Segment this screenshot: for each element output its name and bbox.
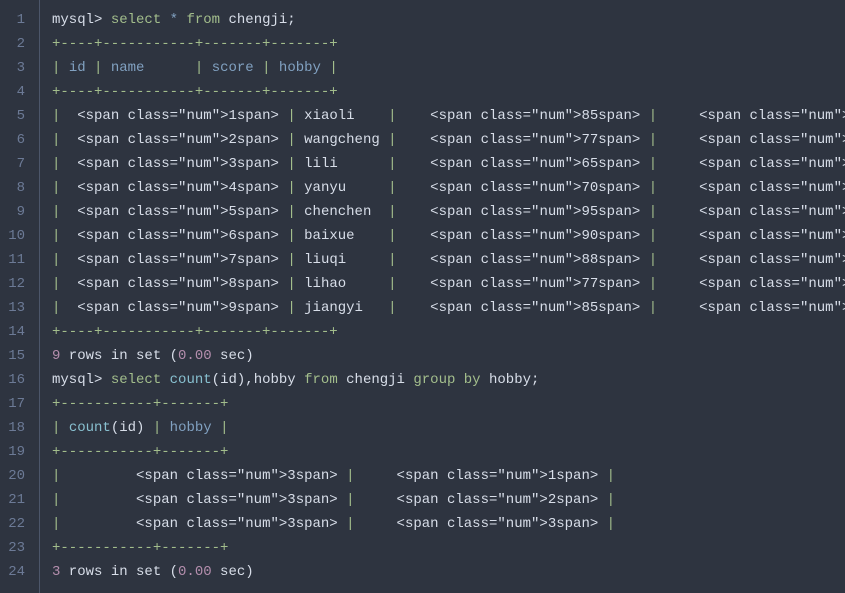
code-line: | <span class="num">5span> | chenchen | … (52, 200, 845, 224)
line-number: 8 (4, 176, 31, 200)
line-number: 16 (4, 368, 31, 392)
line-number: 14 (4, 320, 31, 344)
code-line: | count(id) | hobby | (52, 416, 845, 440)
code-line: | <span class="num">4span> | yanyu | <sp… (52, 176, 845, 200)
code-line: | <span class="num">8span> | lihao | <sp… (52, 272, 845, 296)
code-line: | <span class="num">9span> | jiangyi | <… (52, 296, 845, 320)
code-line: 3 rows in set (0.00 sec) (52, 560, 845, 584)
code-line: +----+-----------+-------+-------+ (52, 320, 845, 344)
line-number: 6 (4, 128, 31, 152)
code-line: | <span class="num">2span> | wangcheng |… (52, 128, 845, 152)
line-number: 2 (4, 32, 31, 56)
line-number: 5 (4, 104, 31, 128)
line-number: 9 (4, 200, 31, 224)
line-number: 3 (4, 56, 31, 80)
code-line: +----+-----------+-------+-------+ (52, 32, 845, 56)
line-number: 10 (4, 224, 31, 248)
code-editor-content[interactable]: mysql> select * from chengji;+----+-----… (40, 0, 845, 593)
line-number: 13 (4, 296, 31, 320)
code-line: | <span class="num">3span> | <span class… (52, 464, 845, 488)
code-line: +-----------+-------+ (52, 440, 845, 464)
code-line: | <span class="num">3span> | <span class… (52, 512, 845, 536)
line-number: 18 (4, 416, 31, 440)
line-number: 23 (4, 536, 31, 560)
code-line: mysql> select * from chengji; (52, 8, 845, 32)
code-line: | <span class="num">3span> | lili | <spa… (52, 152, 845, 176)
line-number: 20 (4, 464, 31, 488)
line-number: 7 (4, 152, 31, 176)
code-line: | <span class="num">7span> | liuqi | <sp… (52, 248, 845, 272)
code-line: +-----------+-------+ (52, 536, 845, 560)
line-number: 19 (4, 440, 31, 464)
line-number: 21 (4, 488, 31, 512)
line-number: 11 (4, 248, 31, 272)
code-line: | <span class="num">3span> | <span class… (52, 488, 845, 512)
line-number: 1 (4, 8, 31, 32)
code-line: | id | name | score | hobby | (52, 56, 845, 80)
line-number: 22 (4, 512, 31, 536)
code-line: mysql> select count(id),hobby from cheng… (52, 368, 845, 392)
code-line: | <span class="num">6span> | baixue | <s… (52, 224, 845, 248)
line-number: 12 (4, 272, 31, 296)
line-number: 17 (4, 392, 31, 416)
code-line: | <span class="num">1span> | xiaoli | <s… (52, 104, 845, 128)
code-line: 9 rows in set (0.00 sec) (52, 344, 845, 368)
line-number-gutter: 123456789101112131415161718192021222324 (0, 0, 40, 593)
code-line: +-----------+-------+ (52, 392, 845, 416)
line-number: 15 (4, 344, 31, 368)
line-number: 24 (4, 560, 31, 584)
line-number: 4 (4, 80, 31, 104)
code-line: +----+-----------+-------+-------+ (52, 80, 845, 104)
